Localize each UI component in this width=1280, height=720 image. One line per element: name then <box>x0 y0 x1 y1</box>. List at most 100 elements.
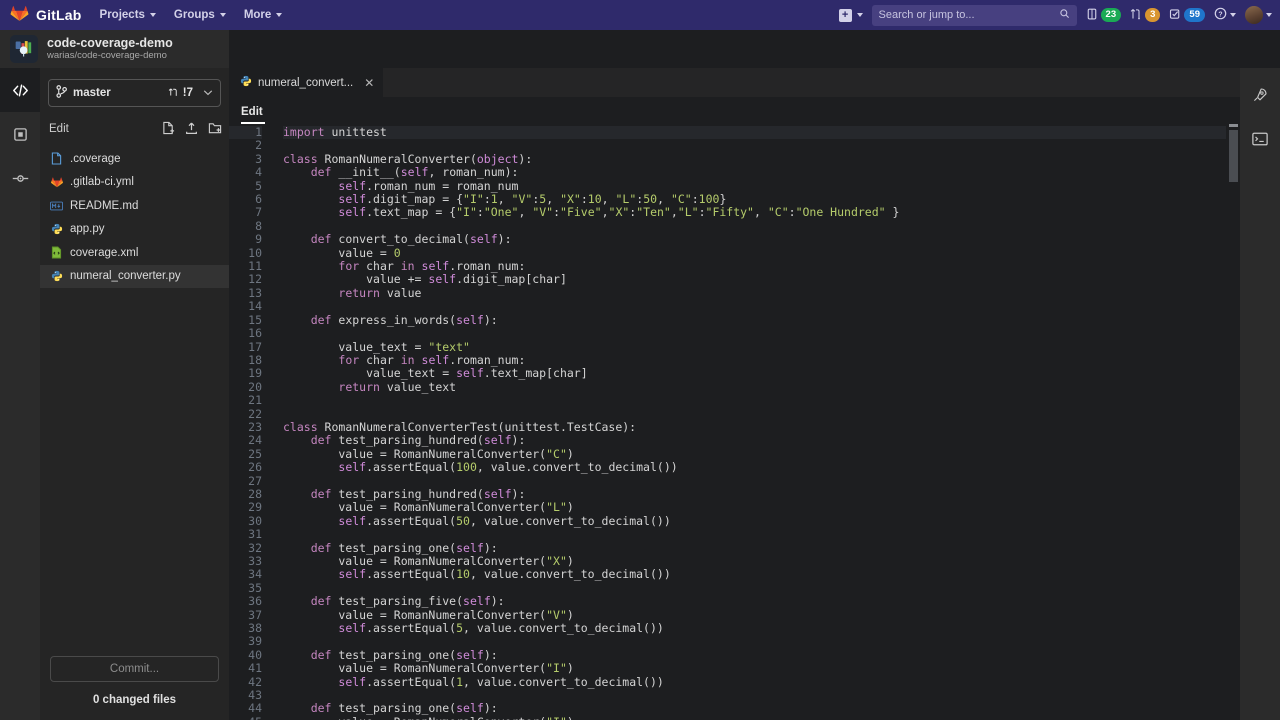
code-line[interactable] <box>283 475 1240 488</box>
rail-item-live-preview[interactable] <box>1247 126 1273 152</box>
todos-counter[interactable]: 59 <box>1169 8 1205 23</box>
code-line[interactable]: return value <box>283 287 1240 300</box>
activity-bar <box>0 68 40 720</box>
branch-name: master <box>73 87 111 99</box>
code-line[interactable] <box>283 220 1240 233</box>
activity-item-commit[interactable] <box>0 156 40 200</box>
search-input[interactable]: Search or jump to... <box>872 5 1077 26</box>
code-line[interactable]: class RomanNumeralConverterTest(unittest… <box>283 421 1240 434</box>
file-item-app-py[interactable]: app.py <box>40 218 229 242</box>
code-line[interactable] <box>283 300 1240 313</box>
user-menu[interactable] <box>1245 6 1272 24</box>
code-line[interactable]: value_text = self.text_map[char] <box>283 367 1240 380</box>
right-rail <box>1240 68 1280 720</box>
line-number: 33 <box>229 555 262 568</box>
new-folder-icon[interactable] <box>208 121 222 138</box>
help-dropdown[interactable]: ? <box>1214 7 1236 23</box>
xml-icon <box>50 246 63 259</box>
file-item-gitlab-ci[interactable]: .gitlab-ci.yml <box>40 171 229 195</box>
main-nav: Projects Groups More <box>100 9 283 21</box>
line-number: 37 <box>229 609 262 622</box>
header-spacer <box>229 30 1280 68</box>
code-line[interactable]: value = RomanNumeralConverter("C") <box>283 448 1240 461</box>
code-line[interactable]: value = RomanNumeralConverter("I") <box>283 716 1240 720</box>
code-line[interactable]: self.text_map = {"I":"One", "V":"Five","… <box>283 206 1240 219</box>
line-number: 10 <box>229 247 262 260</box>
code-line[interactable]: value = RomanNumeralConverter("V") <box>283 609 1240 622</box>
code-line[interactable] <box>283 635 1240 648</box>
code-line[interactable] <box>283 139 1240 152</box>
project-header[interactable]: code-coverage-demo warias/code-coverage-… <box>0 30 229 68</box>
code-line[interactable] <box>283 528 1240 541</box>
code-line[interactable]: self.assertEqual(1, value.convert_to_dec… <box>283 676 1240 689</box>
file-actions <box>162 121 222 138</box>
code-line[interactable]: value_text = "text" <box>283 341 1240 354</box>
code-line[interactable]: value = RomanNumeralConverter("I") <box>283 662 1240 675</box>
line-number: 25 <box>229 448 262 461</box>
search-placeholder: Search or jump to... <box>879 9 1059 21</box>
code-line[interactable] <box>283 394 1240 407</box>
file-name: coverage.xml <box>70 247 138 259</box>
project-avatar-icon <box>10 35 38 63</box>
code-line[interactable]: value = RomanNumeralConverter("L") <box>283 501 1240 514</box>
tab-edit[interactable]: Edit <box>241 106 265 124</box>
code-line[interactable]: def test_parsing_hundred(self): <box>283 434 1240 447</box>
file-item-readme[interactable]: README.md <box>40 194 229 218</box>
code-line[interactable]: def express_in_words(self): <box>283 314 1240 327</box>
code-line[interactable]: def convert_to_decimal(self): <box>283 233 1240 246</box>
code-line[interactable]: self.roman_num = roman_num <box>283 180 1240 193</box>
line-number: 38 <box>229 622 262 635</box>
code-line[interactable]: return value_text <box>283 381 1240 394</box>
scrollbar-thumb[interactable] <box>1229 130 1238 182</box>
file-item-coverage-xml[interactable]: coverage.xml <box>40 241 229 265</box>
code-line[interactable] <box>283 689 1240 702</box>
code-text[interactable]: import unittest class RomanNumeralConver… <box>271 126 1240 720</box>
code-line[interactable]: self.digit_map = {"I":1, "V":5, "X":10, … <box>283 193 1240 206</box>
chevron-down-icon <box>220 13 226 17</box>
editor-scrollbar[interactable] <box>1226 124 1240 720</box>
code-line[interactable]: def test_parsing_one(self): <box>283 542 1240 555</box>
tab-bar-empty <box>383 68 1240 97</box>
code-line[interactable]: def test_parsing_one(self): <box>283 649 1240 662</box>
line-number: 28 <box>229 488 262 501</box>
nav-projects[interactable]: Projects <box>100 9 156 21</box>
code-line[interactable] <box>283 582 1240 595</box>
code-line[interactable]: self.assertEqual(10, value.convert_to_de… <box>283 568 1240 581</box>
upload-icon[interactable] <box>185 121 198 138</box>
code-line[interactable]: self.assertEqual(5, value.convert_to_dec… <box>283 622 1240 635</box>
code-line[interactable]: value = RomanNumeralConverter("X") <box>283 555 1240 568</box>
nav-groups[interactable]: Groups <box>174 9 226 21</box>
activity-item-edit[interactable] <box>0 68 40 112</box>
code-line[interactable]: value = 0 <box>283 247 1240 260</box>
code-line[interactable]: def __init__(self, roman_num): <box>283 166 1240 179</box>
code-line[interactable] <box>283 327 1240 340</box>
code-line[interactable]: class RomanNumeralConverter(object): <box>283 153 1240 166</box>
merge-request-ref[interactable]: !7 <box>168 86 193 101</box>
new-file-icon[interactable] <box>162 121 175 138</box>
code-line[interactable]: for char in self.roman_num: <box>283 354 1240 367</box>
code-line[interactable]: def test_parsing_five(self): <box>283 595 1240 608</box>
nav-more[interactable]: More <box>244 9 282 21</box>
code-line[interactable]: for char in self.roman_num: <box>283 260 1240 273</box>
close-icon[interactable]: ✕ <box>364 76 374 90</box>
line-number: 45 <box>229 716 262 720</box>
code-line[interactable]: self.assertEqual(100, value.convert_to_d… <box>283 461 1240 474</box>
code-editor[interactable]: 1234567891011121314151617181920212223242… <box>229 124 1240 720</box>
issues-counter[interactable]: 23 <box>1086 8 1122 23</box>
code-line[interactable]: import unittest <box>283 126 1240 139</box>
code-line[interactable]: value += self.digit_map[char] <box>283 273 1240 286</box>
file-item-coverage[interactable]: .coverage <box>40 147 229 171</box>
code-line[interactable]: self.assertEqual(50, value.convert_to_de… <box>283 515 1240 528</box>
code-line[interactable]: def test_parsing_one(self): <box>283 702 1240 715</box>
rail-item-pipelines[interactable] <box>1247 82 1273 108</box>
code-line[interactable]: def test_parsing_hundred(self): <box>283 488 1240 501</box>
new-dropdown-button[interactable]: + <box>839 9 863 22</box>
gitlab-brand[interactable]: GitLab <box>10 4 82 27</box>
file-item-numeral-converter-py[interactable]: numeral_converter.py <box>40 265 229 289</box>
commit-button[interactable]: Commit... <box>50 656 219 682</box>
merge-requests-counter[interactable]: 3 <box>1130 8 1160 23</box>
branch-selector[interactable]: master !7 <box>48 79 221 107</box>
editor-tab-numeral-converter[interactable]: numeral_convert... ✕ <box>229 68 383 97</box>
code-line[interactable] <box>283 408 1240 421</box>
activity-item-review[interactable] <box>0 112 40 156</box>
